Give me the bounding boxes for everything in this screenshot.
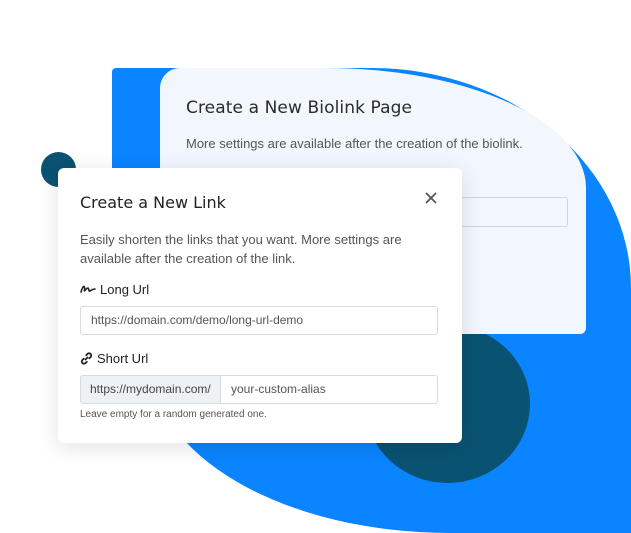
- close-icon[interactable]: [424, 192, 438, 206]
- domain-prefix-addon: https://mydomain.com/: [80, 375, 221, 404]
- long-url-label: Long Url: [80, 282, 149, 297]
- short-url-help-text: Leave empty for a random generated one.: [80, 409, 267, 420]
- custom-alias-input[interactable]: your-custom-alias: [220, 375, 438, 404]
- short-url-label-text: Short Url: [97, 351, 149, 366]
- biolink-input[interactable]: [460, 197, 568, 227]
- create-link-description: Easily shorten the links that you want. …: [80, 232, 402, 266]
- biolink-card-title: Create a New Biolink Page: [186, 98, 413, 118]
- signature-icon: [80, 284, 96, 295]
- long-url-label-text: Long Url: [100, 282, 150, 297]
- link-icon: [80, 352, 93, 365]
- create-link-card: Create a New Link Easily shorten the lin…: [58, 168, 462, 443]
- short-url-label: Short Url: [80, 351, 148, 366]
- long-url-input[interactable]: https://domain.com/demo/long-url-demo: [80, 306, 438, 335]
- create-link-title: Create a New Link: [80, 193, 226, 212]
- biolink-card-description: More settings are available after the cr…: [186, 136, 523, 151]
